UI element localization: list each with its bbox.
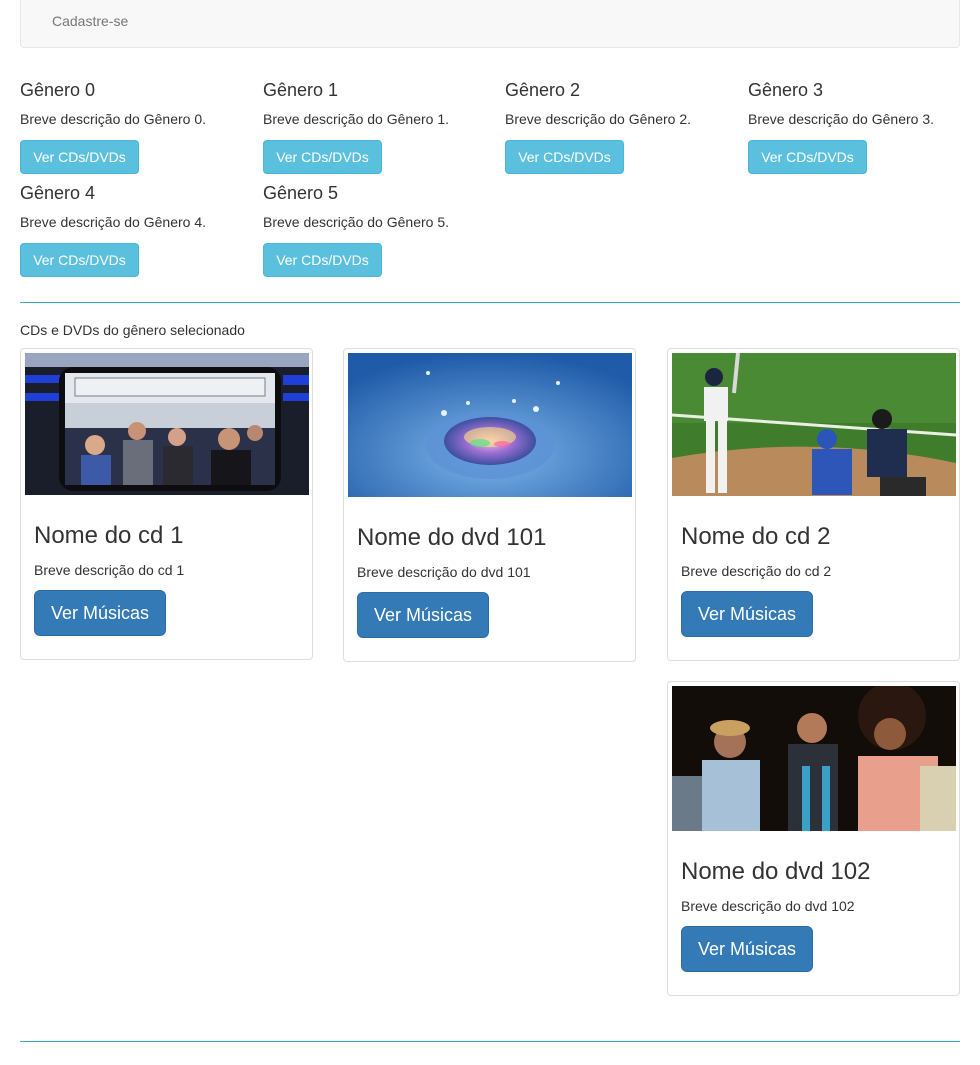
product-description: Breve descrição do dvd 102	[681, 898, 855, 914]
product-card: Nome do dvd 101 Breve descrição do dvd 1…	[343, 348, 636, 662]
genre-description: Breve descrição do Gênero 5.	[263, 214, 449, 230]
view-cds-dvds-button[interactable]: Ver CDs/DVDs	[505, 140, 624, 174]
view-cds-dvds-button[interactable]: Ver CDs/DVDs	[263, 243, 382, 277]
view-songs-button[interactable]: Ver Músicas	[34, 590, 166, 636]
water-drop-photo	[348, 353, 632, 497]
genre-description: Breve descrição do Gênero 2.	[505, 111, 691, 127]
product-title: Nome do dvd 101	[357, 524, 547, 551]
genre-title: Gênero 3	[748, 80, 824, 100]
section-title: CDs e DVDs do gênero selecionado	[20, 322, 245, 338]
product-description: Breve descrição do cd 1	[34, 562, 185, 578]
view-cds-dvds-button[interactable]: Ver CDs/DVDs	[20, 243, 139, 277]
dancers-photo	[672, 686, 956, 831]
product-card: Nome do cd 1 Breve descrição do cd 1 Ver…	[20, 348, 313, 660]
view-songs-button[interactable]: Ver Músicas	[681, 926, 813, 972]
genre-title: Gênero 0	[20, 80, 96, 100]
genre-description: Breve descrição do Gênero 0.	[20, 111, 206, 127]
view-cds-dvds-button[interactable]: Ver CDs/DVDs	[748, 140, 867, 174]
view-cds-dvds-button[interactable]: Ver CDs/DVDs	[263, 140, 382, 174]
product-description: Breve descrição do dvd 101	[357, 564, 531, 580]
nav-link-cadastre-se[interactable]: Cadastre-se	[52, 13, 128, 29]
product-title: Nome do dvd 102	[681, 858, 871, 885]
genre-title: Gênero 2	[505, 80, 581, 100]
product-card: Nome do cd 2 Breve descrição do cd 2 Ver…	[667, 348, 960, 661]
subway-window-photo	[25, 353, 309, 495]
product-title: Nome do cd 2	[681, 523, 831, 550]
genre-title: Gênero 4	[20, 183, 96, 203]
view-cds-dvds-button[interactable]: Ver CDs/DVDs	[20, 140, 139, 174]
genre-description: Breve descrição do Gênero 1.	[263, 111, 449, 127]
genre-description: Breve descrição do Gênero 3.	[748, 111, 934, 127]
genre-title: Gênero 5	[263, 183, 339, 203]
view-songs-button[interactable]: Ver Músicas	[357, 592, 489, 638]
genre-description: Breve descrição do Gênero 4.	[20, 214, 206, 230]
baseball-photo	[672, 353, 956, 496]
divider	[20, 302, 960, 303]
navbar: Cadastre-se	[20, 0, 960, 48]
product-card: Nome do dvd 102 Breve descrição do dvd 1…	[667, 681, 960, 996]
genre-title: Gênero 1	[263, 80, 339, 100]
product-description: Breve descrição do cd 2	[681, 563, 832, 579]
product-title: Nome do cd 1	[34, 522, 184, 549]
view-songs-button[interactable]: Ver Músicas	[681, 591, 813, 637]
divider	[20, 1041, 960, 1042]
